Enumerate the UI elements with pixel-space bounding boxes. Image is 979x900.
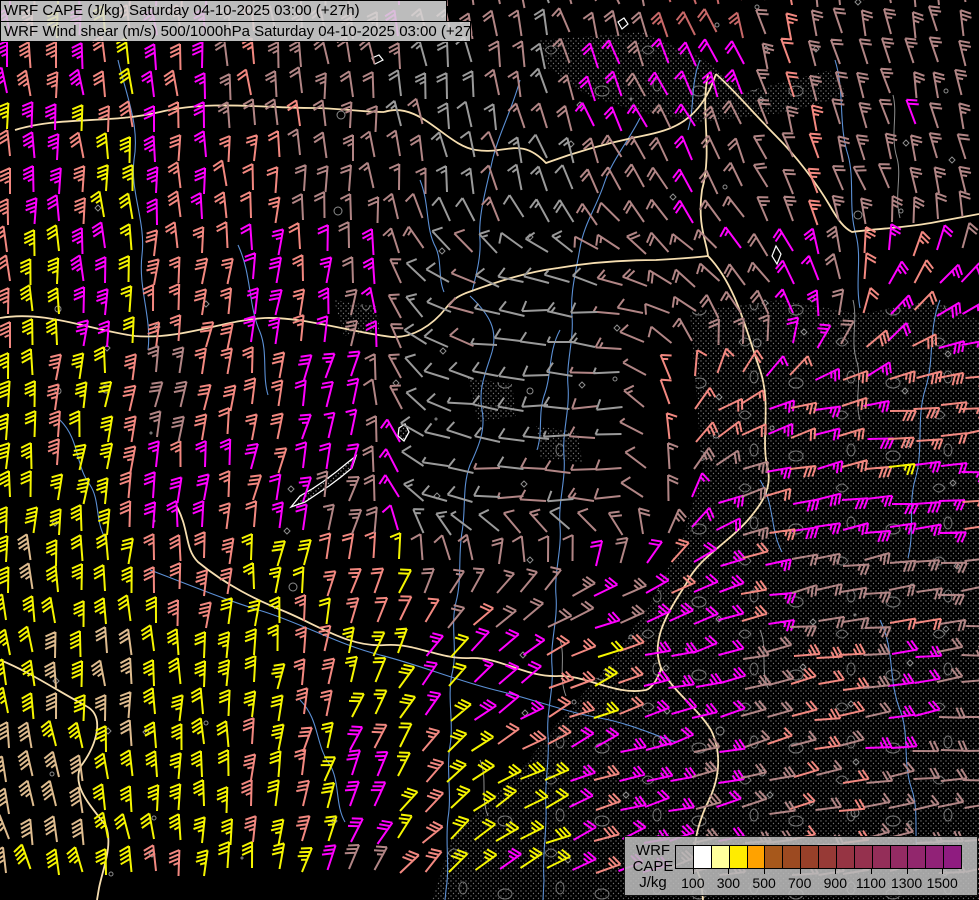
legend-cell <box>693 846 712 868</box>
legend-tick <box>799 868 801 874</box>
map-canvas <box>0 0 979 900</box>
title-line-windshear: WRF Wind shear (m/s) 500/1000hPa Saturda… <box>0 21 485 42</box>
legend-tick-label: 700 <box>788 875 812 891</box>
legend-label: WRF CAPE J/kg <box>627 843 679 891</box>
legend-label-variable: CAPE <box>632 858 674 875</box>
title-bar: WRF CAPE (J/kg) Saturday 04-10-2025 03:0… <box>0 0 485 42</box>
legend-tick-label: 1300 <box>891 875 923 891</box>
legend-colorbar <box>675 845 962 869</box>
legend-tick-label: 900 <box>823 875 847 891</box>
legend-cell <box>944 846 961 868</box>
legend-tick-label: 500 <box>752 875 776 891</box>
legend-tick <box>692 868 694 874</box>
title-line-cape: WRF CAPE (J/kg) Saturday 04-10-2025 03:0… <box>0 0 447 22</box>
legend-tick <box>870 868 872 874</box>
legend-cell <box>783 846 802 868</box>
legend-cell <box>676 846 694 868</box>
legend-cell <box>926 846 945 868</box>
legend-tick <box>942 868 944 874</box>
legend-cell <box>908 846 927 868</box>
legend-tick-label: 100 <box>681 875 705 891</box>
legend-tick <box>906 868 908 874</box>
legend-tick-label: 1100 <box>855 875 886 891</box>
legend-cell <box>765 846 784 868</box>
legend-tick <box>728 868 730 874</box>
legend-label-units: J/kg <box>639 874 667 891</box>
legend-cell <box>801 846 819 868</box>
legend-tick-label: 1500 <box>926 875 958 891</box>
cape-legend: WRF CAPE J/kg 100 300 500 700 900 1100 1300 150… <box>624 836 978 896</box>
legend-label-model: WRF <box>635 842 671 859</box>
legend-cell <box>854 846 873 868</box>
legend-cell <box>872 846 891 868</box>
legend-tick-label: 300 <box>716 875 741 891</box>
legend-cell <box>836 846 855 868</box>
legend-cell <box>819 846 837 868</box>
weather-map-app: WRF CAPE (J/kg) Saturday 04-10-2025 03:0… <box>0 0 979 900</box>
legend-cell <box>711 846 730 868</box>
legend-cell <box>747 846 766 868</box>
legend-cell <box>729 846 748 868</box>
legend-tick <box>764 868 766 874</box>
legend-tick <box>835 868 837 874</box>
legend-cell <box>890 846 909 868</box>
